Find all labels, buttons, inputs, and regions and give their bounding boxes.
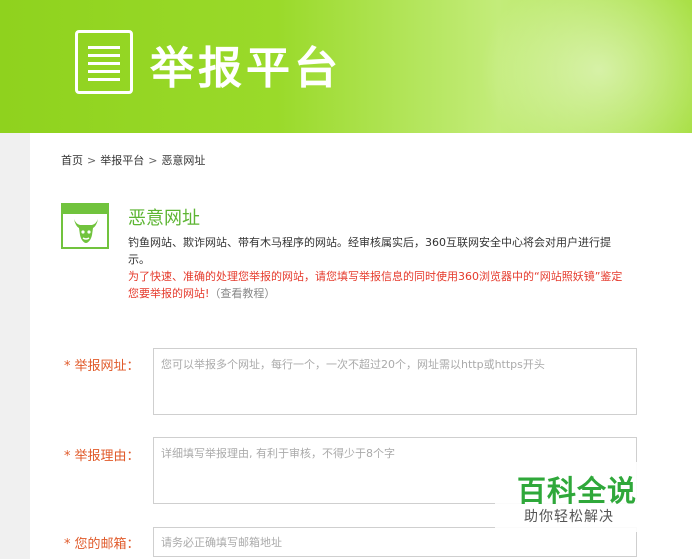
watermark-subtitle: 助你轻松解决 [524,509,614,525]
category-warning: 为了快速、准确的处理您举报的网站，请您填写举报信息的同时使用360浏览器中的“网… [128,268,628,302]
breadcrumb-report-platform[interactable]: 举报平台 [100,152,144,168]
required-mark: * [64,537,71,552]
email-label: * 您的邮箱： [64,533,148,552]
required-mark: * [64,359,71,374]
category-description: 钓鱼网站、欺诈网站、带有木马程序的网站。经审核属实后，360互联网安全中心将会对… [128,236,611,266]
watermark: 百科全说 助你轻松解决 [495,462,650,532]
reason-label-text: 举报理由： [74,449,140,464]
breadcrumb-separator: > [87,154,97,167]
page-title: 举报平台 [150,43,342,94]
breadcrumb-separator: > [148,154,158,167]
warning-text: 为了快速、准确的处理您举报的网站，请您填写举报信息的同时使用360浏览器中的“网… [128,270,623,300]
breadcrumb: 首页 > 举报平台 > 恶意网址 [61,152,205,168]
report-url-input[interactable] [153,348,637,415]
category-title: 恶意网址 [128,208,200,229]
required-mark: * [64,449,71,464]
report-document-icon [75,30,133,94]
tutorial-link[interactable]: （查看教程） [209,287,275,300]
header-glow [470,0,692,133]
breadcrumb-current: 恶意网址 [161,154,206,167]
header-banner: 举报平台 [0,0,692,133]
malicious-bull-icon [61,203,109,249]
reason-label: * 举报理由： [64,445,148,464]
url-label: * 举报网址： [64,355,148,374]
breadcrumb-home[interactable]: 首页 [61,152,83,168]
url-label-text: 举报网址： [74,359,140,374]
email-label-text: 您的邮箱： [74,537,140,552]
watermark-title: 百科全说 [517,474,638,508]
